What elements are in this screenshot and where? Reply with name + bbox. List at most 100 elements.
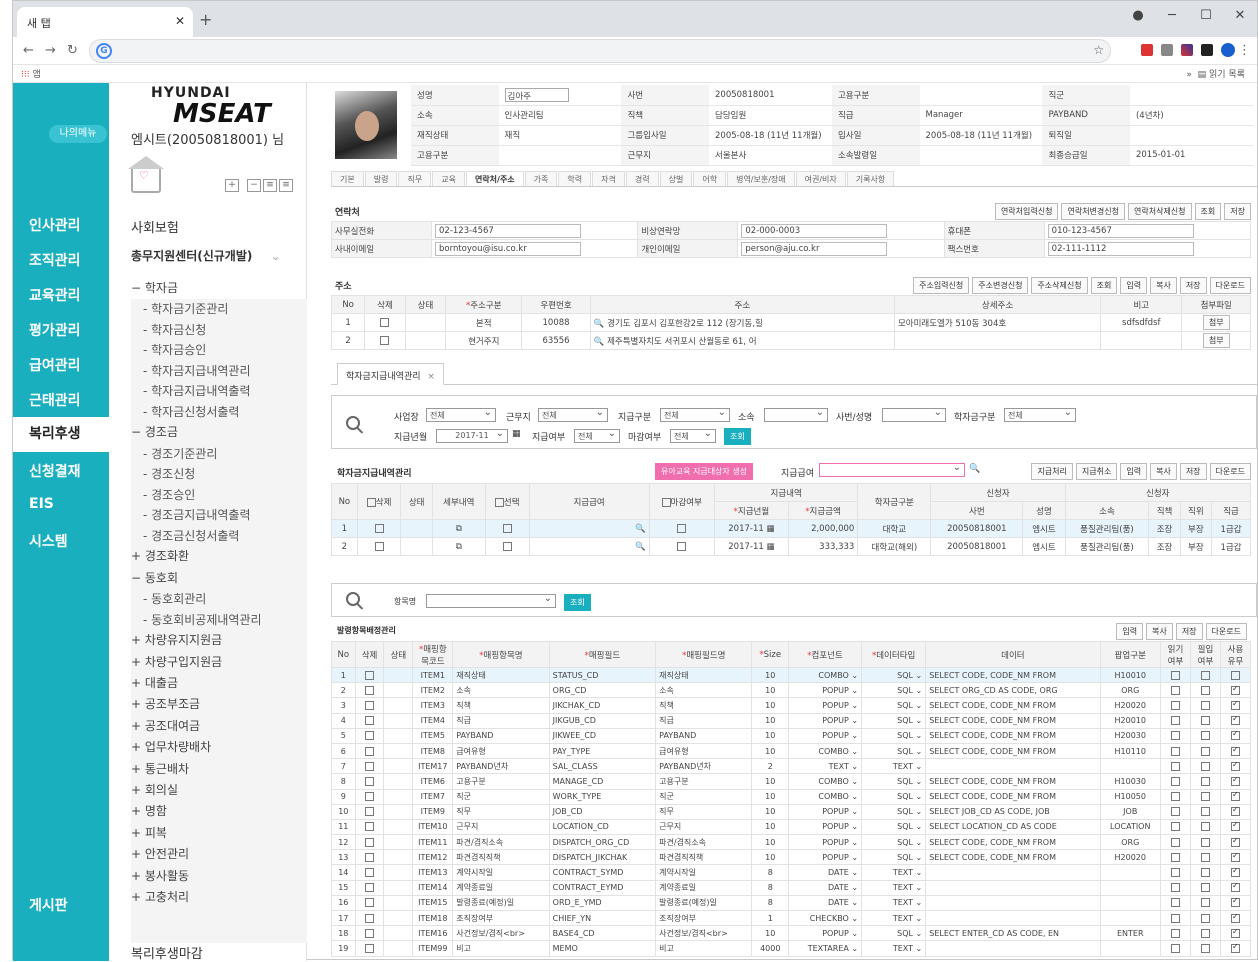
- menu-group[interactable]: + 고충처리: [131, 888, 189, 905]
- checkbox[interactable]: [365, 807, 375, 817]
- calendar-icon[interactable]: ▦: [512, 429, 521, 439]
- emp-input[interactable]: [882, 407, 946, 422]
- checkbox[interactable]: [1201, 700, 1210, 710]
- items-row[interactable]: 14 ITEM13 계약시작일 CONTRACT_SYMD 계약시작일 8 DATE ⌄ TE…: [331, 864, 1251, 881]
- checkbox[interactable]: [365, 868, 375, 878]
- contact-value[interactable]: borntoyou@isu.co.kr: [430, 239, 639, 258]
- search-icon[interactable]: 🔍: [969, 464, 980, 474]
- items-row[interactable]: 10 ITEM9 직무 JOB_CD 직무 10 POPUP ⌄ SQL ⌄ SELECT JO…: [331, 803, 1251, 820]
- checkbox[interactable]: [1201, 852, 1210, 862]
- menu-group[interactable]: + 공조부조금: [131, 695, 200, 712]
- chevron-down-icon[interactable]: ⌄: [849, 701, 858, 710]
- close-tab-icon[interactable]: ✕: [175, 14, 185, 28]
- address-button[interactable]: 저장: [1179, 277, 1207, 294]
- list-view-icon[interactable]: ≡: [263, 179, 277, 192]
- copy-icon[interactable]: ⧉: [456, 524, 462, 534]
- chevron-down-icon[interactable]: ⌄: [913, 762, 923, 771]
- items-button[interactable]: 저장: [1175, 623, 1203, 640]
- url-input[interactable]: G ☆: [89, 39, 1111, 63]
- checkbox[interactable]: [1201, 928, 1210, 938]
- items-button[interactable]: 복사: [1146, 623, 1173, 640]
- chevron-down-icon[interactable]: ⌄: [849, 929, 858, 938]
- chevron-down-icon[interactable]: ⌄: [913, 671, 923, 680]
- checkbox[interactable]: [1201, 913, 1210, 923]
- chevron-down-icon[interactable]: ⌄: [849, 944, 858, 953]
- contact-button[interactable]: 연락처입력신청: [994, 203, 1059, 220]
- items-row[interactable]: 18 ITEM16 사건정보/겸직<br> BASE4_CD 사건정보/겸직<br> 10…: [331, 925, 1251, 942]
- checkbox[interactable]: [1171, 852, 1180, 862]
- chevron-down-icon[interactable]: ⌄: [913, 792, 923, 801]
- contact-value[interactable]: 010-123-4567: [1043, 221, 1252, 240]
- items-row[interactable]: 6 ITEM8 급여유형 PAY_TYPE 급여유형 10 COMBO ⌄ SQL ⌄ SELE…: [331, 742, 1251, 760]
- checkbox[interactable]: [365, 685, 375, 695]
- name-input[interactable]: 김아주: [504, 87, 569, 102]
- checkbox[interactable]: [1201, 746, 1210, 756]
- chevron-down-icon[interactable]: ⌄: [913, 838, 923, 847]
- checkbox[interactable]: [1201, 807, 1210, 817]
- menu-item[interactable]: - 학자금기준관리: [143, 300, 228, 317]
- checkbox[interactable]: [374, 523, 384, 533]
- chevron-down-icon[interactable]: ⌄: [913, 929, 923, 938]
- checkbox[interactable]: [365, 837, 375, 847]
- menu-item[interactable]: - 학자금승인: [143, 341, 206, 358]
- menu-group[interactable]: + 대출금: [131, 674, 178, 691]
- closed-select[interactable]: 전체: [670, 428, 716, 443]
- contact-button[interactable]: 연락처변경신청: [1061, 203, 1125, 220]
- checkbox-checked[interactable]: [1231, 942, 1240, 953]
- address-button[interactable]: 주소입력신청: [913, 277, 970, 294]
- extension-icon[interactable]: [1201, 44, 1213, 56]
- chevron-down-icon[interactable]: ⌄: [913, 701, 923, 710]
- items-row[interactable]: 11 ITEM10 근무지 LOCATION_CD 근무지 10 POPUP ⌄ SQL ⌄ S…: [331, 818, 1251, 836]
- chevron-down-icon[interactable]: ⌄: [849, 747, 858, 756]
- checkbox-checked[interactable]: [1231, 927, 1240, 938]
- checkbox[interactable]: [1201, 670, 1210, 680]
- tuition-type-select[interactable]: 전체: [1004, 407, 1076, 422]
- pay-type-select[interactable]: 전체: [660, 407, 730, 422]
- contact-value[interactable]: person@aju.co.kr: [737, 239, 945, 258]
- checkbox[interactable]: [365, 898, 375, 908]
- site-select[interactable]: 전체: [426, 407, 496, 422]
- items-row[interactable]: 3 ITEM3 직책 JIKCHAK_CD 직책 10 POPUP ⌄ SQL ⌄ SELECT…: [331, 697, 1251, 714]
- create-target-button[interactable]: 유아교육 지급대상자 생성: [655, 463, 754, 480]
- chevron-down-icon[interactable]: ⌄: [913, 898, 923, 907]
- attach-button[interactable]: 첨부: [1202, 315, 1230, 330]
- contact-button[interactable]: 저장: [1224, 203, 1251, 220]
- emp-tab[interactable]: 학력: [558, 171, 592, 186]
- chevron-down-icon[interactable]: ⌄: [849, 762, 858, 771]
- menu-group[interactable]: + 피복: [131, 824, 167, 841]
- nav-item[interactable]: 급여관리: [29, 355, 81, 375]
- menu-group[interactable]: + 공조대여금: [131, 717, 200, 734]
- chevron-down-icon[interactable]: ⌄: [849, 914, 858, 923]
- menu-group[interactable]: + 차량구입지원금: [131, 653, 222, 670]
- items-button[interactable]: 다운로드: [1205, 623, 1247, 640]
- checkbox-checked[interactable]: [1231, 729, 1240, 741]
- checkbox[interactable]: [1171, 822, 1180, 832]
- items-row[interactable]: 17 ITEM18 조직장여부 CHIEF_YN 조직장여부 1 CHECKBO ⌄ TEXT…: [331, 909, 1251, 927]
- checkbox[interactable]: [1171, 731, 1180, 741]
- menu-group[interactable]: + 안전관리: [131, 845, 189, 862]
- chevron-down-icon[interactable]: ⌄: [913, 777, 923, 786]
- checkbox[interactable]: [1201, 685, 1210, 695]
- checkbox[interactable]: [1201, 898, 1210, 908]
- checkbox[interactable]: [365, 700, 375, 710]
- contact-button[interactable]: 조회: [1194, 203, 1222, 220]
- nav-item[interactable]: 교육관리: [29, 285, 81, 305]
- my-menu-button[interactable]: 나의메뉴: [49, 125, 107, 143]
- chevron-down-icon[interactable]: ⌄: [913, 686, 923, 695]
- checkbox[interactable]: [1171, 943, 1180, 953]
- chevron-down-icon[interactable]: ⌄: [913, 747, 923, 756]
- pay-row[interactable]: 2 ⧉ 🔍 2017-11 ▦ 333,333 대학교(해외) 20050818001 엠시트…: [331, 537, 1251, 556]
- menu-item[interactable]: - 경조금신청서출력: [143, 527, 239, 544]
- menu-group[interactable]: + 차량유지지원금: [131, 631, 222, 648]
- paid-select[interactable]: 전체: [574, 428, 620, 443]
- org-input[interactable]: [764, 407, 828, 422]
- search-button[interactable]: 조회: [724, 428, 751, 445]
- menu-group[interactable]: − 경조금: [131, 423, 178, 440]
- item-search-button[interactable]: 조회: [564, 594, 591, 611]
- checkbox[interactable]: [380, 317, 390, 327]
- forward-icon[interactable]: →: [45, 43, 56, 58]
- checkbox[interactable]: [1171, 898, 1180, 908]
- apps-label[interactable]: 앱: [32, 70, 40, 80]
- contact-value[interactable]: 02-111-1112: [1043, 239, 1252, 258]
- new-tab-icon[interactable]: +: [199, 10, 212, 29]
